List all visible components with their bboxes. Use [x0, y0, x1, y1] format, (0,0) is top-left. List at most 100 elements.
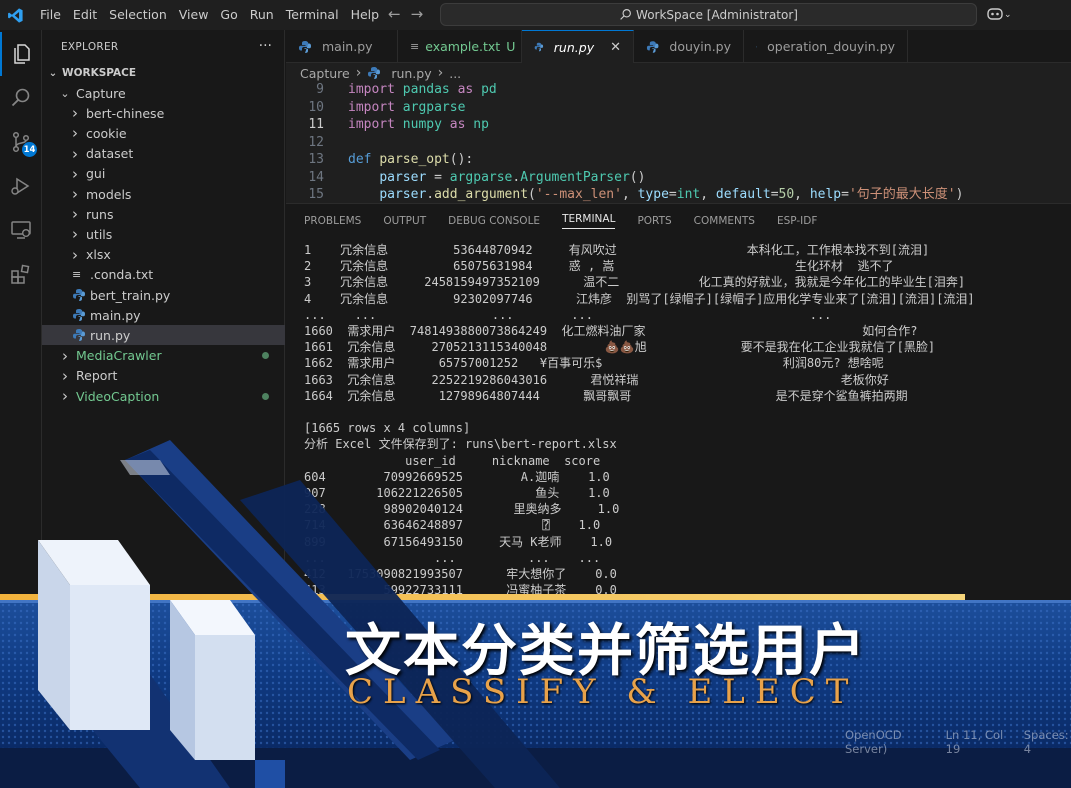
tree-item-bert-train-py[interactable]: bert_train.py — [42, 285, 285, 305]
status-item[interactable]: Ln 11, Col 19 — [946, 728, 1010, 756]
tab-operation-douyin-py[interactable]: operation_douyin.py — [744, 30, 908, 63]
tree-item-run-py[interactable]: run.py — [42, 325, 285, 346]
workspace-root-label: WORKSPACE — [62, 67, 137, 79]
tree-item-label: VideoCaption — [76, 388, 160, 404]
search-icon — [620, 9, 631, 20]
source-control-icon[interactable] — [0, 120, 42, 164]
menu-item-view[interactable]: View — [173, 0, 215, 30]
terminal-line: ... ... ... ... ... — [304, 307, 832, 322]
tree-item-label: utils — [86, 226, 113, 242]
tree-item-conda-txt[interactable]: ≡ .conda.txt — [42, 265, 285, 285]
copilot-icon[interactable]: ⌄ — [986, 5, 1012, 25]
tree-item-utils[interactable]: › utils — [42, 224, 285, 244]
chevron-right-icon: › — [437, 65, 444, 81]
terminal-line: 907 106221226505 鱼头 1.0 — [304, 486, 610, 500]
run-debug-icon[interactable] — [0, 164, 42, 208]
line-number: 13 — [308, 152, 324, 167]
chevron-right-icon: › — [355, 65, 362, 81]
python-file-icon — [534, 42, 544, 52]
tree-item-report[interactable]: › Report — [42, 366, 285, 386]
tree-item-gui[interactable]: › gui — [42, 164, 285, 184]
tree-item-videocaption[interactable]: › VideoCaption — [42, 386, 285, 406]
line-number: 14 — [308, 169, 324, 185]
code-line: 13 def parse_opt(): — [286, 151, 1071, 169]
chevron-right-icon: › — [72, 225, 78, 244]
python-file-icon — [73, 329, 85, 342]
terminal-line: 3 冗余信息 2458159497352109 温不二 化工真的好就业，我就是今… — [304, 275, 966, 290]
menu-item-edit[interactable]: Edit — [67, 0, 103, 30]
python-file-icon — [646, 40, 659, 53]
tab-main-py[interactable]: main.py — [286, 30, 398, 63]
remote-explorer-icon[interactable] — [0, 208, 42, 252]
tree-item-label: bert_train.py — [90, 287, 171, 303]
forward-arrow-icon[interactable]: → — [411, 5, 424, 23]
code-line: 12 — [286, 134, 1071, 152]
tree-item-capture[interactable]: ⌄ Capture — [42, 83, 285, 103]
close-icon[interactable]: ✕ — [610, 40, 621, 55]
python-file-icon — [368, 67, 381, 79]
tree-item-bert-chinese[interactable]: › bert-chinese — [42, 103, 285, 123]
code-line: 14 parser = argparse.ArgumentParser() — [286, 169, 1071, 187]
menu-item-go[interactable]: Go — [214, 0, 243, 30]
status-item[interactable]: OpenOCD Server) — [845, 728, 932, 756]
extensions-icon[interactable] — [0, 252, 42, 296]
modified-dot-icon — [262, 392, 269, 400]
tab-label: main.py — [322, 39, 373, 54]
code-text: import argparse — [348, 99, 466, 115]
menu-item-run[interactable]: Run — [244, 0, 280, 30]
more-actions-icon[interactable]: ··· — [259, 38, 272, 54]
tree-item-label: Capture — [76, 85, 126, 101]
terminal-line: 714 63646248897 ⍰ 1.0 — [304, 518, 601, 533]
terminal-line: 412 1753090821993507 牢大想你了 0.0 — [304, 567, 617, 581]
explorer-files-icon[interactable] — [0, 32, 42, 76]
chevron-right-icon: › — [72, 205, 78, 224]
panel-tab-ports[interactable]: PORTS — [637, 215, 671, 227]
source-control-badge: 14 — [22, 142, 37, 157]
tab-label: douyin.py — [669, 39, 731, 54]
code-line: 9 import pandas as pd — [286, 81, 1071, 99]
tree-item-runs[interactable]: › runs — [42, 204, 285, 224]
terminal-line: 2 冗余信息 65075631984 惑 , 嵩 生化环材 逃不了 — [304, 259, 894, 274]
tab-example-txt[interactable]: ≡ example.txt U — [398, 30, 522, 63]
panel-tab-comments[interactable]: COMMENTS — [694, 215, 755, 227]
python-file-icon — [73, 309, 85, 322]
tree-item-dataset[interactable]: › dataset — [42, 144, 285, 164]
code-editor[interactable]: 9 import pandas as pd 10 import argparse 11 i… — [286, 81, 1071, 203]
back-arrow-icon[interactable]: ← — [388, 5, 401, 23]
code-text: import pandas as pd — [348, 82, 497, 97]
chevron-right-icon: › — [72, 164, 78, 183]
tree-item-cookie[interactable]: › cookie — [42, 123, 285, 143]
vscode-logo-icon — [0, 0, 30, 30]
breadcrumb-item[interactable]: Capture — [300, 66, 350, 81]
tree-item-models[interactable]: › models — [42, 184, 285, 204]
tree-item-label: run.py — [90, 327, 131, 343]
tab-run-py[interactable]: run.py ✕ — [522, 30, 634, 63]
panel-tab-terminal[interactable]: TERMINAL — [562, 213, 616, 229]
tree-item-label: dataset — [86, 146, 134, 162]
menu-item-help[interactable]: Help — [345, 0, 386, 30]
breadcrumb-item[interactable]: ... — [449, 66, 461, 81]
panel-tab-debug-console[interactable]: DEBUG CONSOLE — [448, 215, 540, 227]
search-icon[interactable] — [0, 76, 42, 120]
tree-item-main-py[interactable]: main.py — [42, 305, 285, 325]
tree-item-xlsx[interactable]: › xlsx — [42, 245, 285, 265]
breadcrumb-item[interactable]: run.py — [391, 66, 431, 81]
panel-tab-problems[interactable]: PROBLEMS — [304, 215, 361, 227]
menu-bar: File Edit Selection View Go Run Terminal Help — [34, 0, 385, 30]
terminal-line: 899 67156493150 天马 K老师 1.0 — [304, 534, 613, 549]
command-center-search[interactable]: WorkSpace [Administrator] — [440, 3, 977, 26]
menu-item-terminal[interactable]: Terminal — [280, 0, 345, 30]
chevron-right-icon: › — [62, 346, 68, 365]
panel-tab-esp-idf[interactable]: ESP-IDF — [777, 215, 817, 227]
workspace-root[interactable]: ⌄ WORKSPACE — [42, 63, 285, 83]
menu-item-selection[interactable]: Selection — [103, 0, 173, 30]
chevron-right-icon: › — [72, 104, 78, 123]
tree-item-label: Report — [76, 368, 118, 384]
panel-tab-output[interactable]: OUTPUT — [383, 215, 426, 227]
tab-douyin-py[interactable]: douyin.py — [634, 30, 744, 63]
code-text: parser = argparse.ArgumentParser() — [379, 169, 646, 185]
status-item[interactable]: Spaces: 4 — [1024, 728, 1071, 756]
menu-item-file[interactable]: File — [34, 0, 67, 30]
tree-item-mediacrawler[interactable]: › MediaCrawler — [42, 346, 285, 366]
terminal-line: 1 冗余信息 53644870942 有风吹过 本科化工，工作根本找不到[流泪] — [304, 243, 930, 257]
